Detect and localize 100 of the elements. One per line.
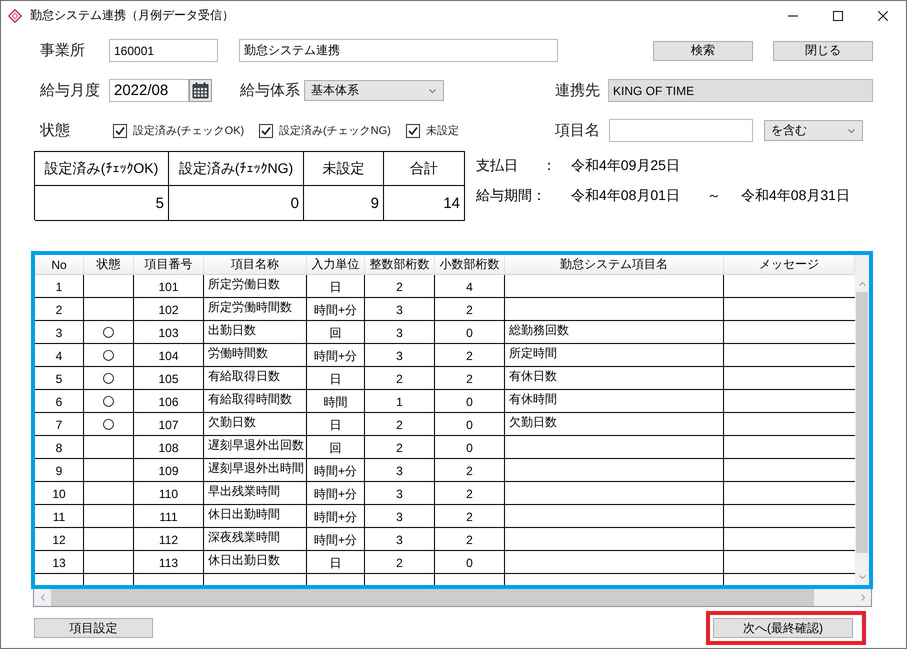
table-cell: 3 [365,459,435,482]
table-cell: 休日出勤日数 [204,551,307,574]
table-cell: 3 [365,528,435,551]
table-cell: 2 [435,528,505,551]
column-header[interactable]: No [35,255,84,275]
chevron-down-icon[interactable] [858,574,866,578]
table-cell: 110 [134,482,204,505]
table-cell: 深夜残業時間 [204,528,307,551]
table-cell: 時間+分 [307,482,365,505]
field-label: 状態 [40,121,71,140]
table-cell: 回 [307,436,365,459]
table-cell: 105 [134,367,204,390]
column-header[interactable]: 入力単位 [307,255,365,275]
table-cell: 14 [384,186,465,221]
column-header[interactable]: 状態 [84,255,134,275]
table-cell: 休日出勤時間 [204,505,307,528]
table-cell: 出勤日数 [204,321,307,344]
readonly-field: KING OF TIME [608,79,873,102]
table-cell: 遅刻早退外出時間 [204,459,307,482]
calendar-button[interactable] [189,79,212,102]
table-cell: 所定労働時間数 [204,298,307,321]
name-field[interactable]: 勤怠システム連携 [239,39,558,62]
table-cell: 日 [307,275,365,298]
chevron-down-icon[interactable] [848,128,855,132]
chevron-left-icon[interactable] [40,594,44,601]
table-cell: 2 [435,459,505,482]
table-cell: 日 [307,413,365,436]
table-cell: 有休日数 [505,367,724,390]
date-text: 令和4年08月31日 [741,187,850,205]
close-icon[interactable] [878,10,888,20]
close-button[interactable]: 閉じる [773,40,873,60]
table-cell: 3 [365,505,435,528]
separator-text: ～ [707,187,722,205]
table-cell: 3 [365,482,435,505]
table-cell [84,275,134,298]
column-header[interactable]: メッセージ [724,255,855,275]
table-cell: 9 [304,186,384,221]
table-cell [84,528,134,551]
field-label: 給与期間： [476,187,547,205]
table-cell: 109 [134,459,204,482]
table-cell: 2 [435,298,505,321]
table-cell: 有休時間 [505,390,724,413]
table-cell: 時間+分 [307,528,365,551]
table-cell: 2 [435,505,505,528]
table-cell: 5 [35,186,169,221]
code-field[interactable]: 160001 [109,39,218,62]
table-cell: 101 [134,275,204,298]
table-cell: 11 [35,505,84,528]
table-cell: 早出残業時間 [204,482,307,505]
table-cell [84,505,134,528]
table-cell: 111 [134,505,204,528]
table-cell: 8 [35,436,84,459]
checkbox[interactable] [113,124,127,138]
date-field[interactable]: 2022/08 [109,79,189,102]
table-cell: 5 [35,367,84,390]
checkbox[interactable] [406,124,420,138]
settings-button[interactable]: 項目設定 [34,618,153,638]
checkbox[interactable] [259,124,273,138]
date-text: 令和4年08月01日 [571,187,681,205]
column-header[interactable]: 小数部桁数 [435,255,505,275]
table-cell: 労働時間数 [204,344,307,367]
table-cell: 107 [134,413,204,436]
column-header[interactable]: 勤怠システム項目名 [505,255,724,275]
table-cell: 有給取得日数 [204,367,307,390]
scrollbar-thumb[interactable] [856,292,868,553]
input-field[interactable] [609,119,753,142]
field-label: 給与月度 [40,81,101,100]
chevron-down-icon[interactable] [429,88,436,92]
table-cell: ○ [84,390,134,413]
table-cell: 10 [35,482,84,505]
table-cell: 2 [365,413,435,436]
table-cell: 日 [307,551,365,574]
chevron-right-icon[interactable] [860,594,864,601]
table-cell: 欠勤日数 [204,413,307,436]
table-cell: 0 [435,321,505,344]
table-cell: 102 [134,298,204,321]
table-cell: 2 [365,275,435,298]
vertical-scrollbar[interactable] [855,255,869,585]
table-cell: 13 [35,551,84,574]
table-cell: 0 [435,413,505,436]
table-cell: 113 [134,551,204,574]
maximize-icon[interactable] [833,10,843,20]
column-header[interactable]: 項目名称 [204,255,307,275]
chevron-up-icon[interactable] [858,282,866,286]
table-cell [84,459,134,482]
field-label: 事業所 [40,41,86,60]
separator-text: ： [542,157,557,175]
table-cell: 時間+分 [307,344,365,367]
table-cell: 2 [435,482,505,505]
table-cell: 時間+分 [307,459,365,482]
next-button[interactable]: 次へ(最終確認) [713,618,853,638]
search-button[interactable]: 検索 [653,40,753,60]
column-header[interactable]: 整数部桁数 [365,255,435,275]
dropdown[interactable]: 基本体系 [304,80,444,101]
table-cell: 有給取得時間数 [204,390,307,413]
minimize-icon[interactable] [788,14,798,16]
dropdown[interactable]: を含む [764,120,863,141]
column-header[interactable]: 項目番号 [134,255,204,275]
table-cell: 4 [35,344,84,367]
checkbox-label: 設定済み(チェックNG) [279,124,391,138]
